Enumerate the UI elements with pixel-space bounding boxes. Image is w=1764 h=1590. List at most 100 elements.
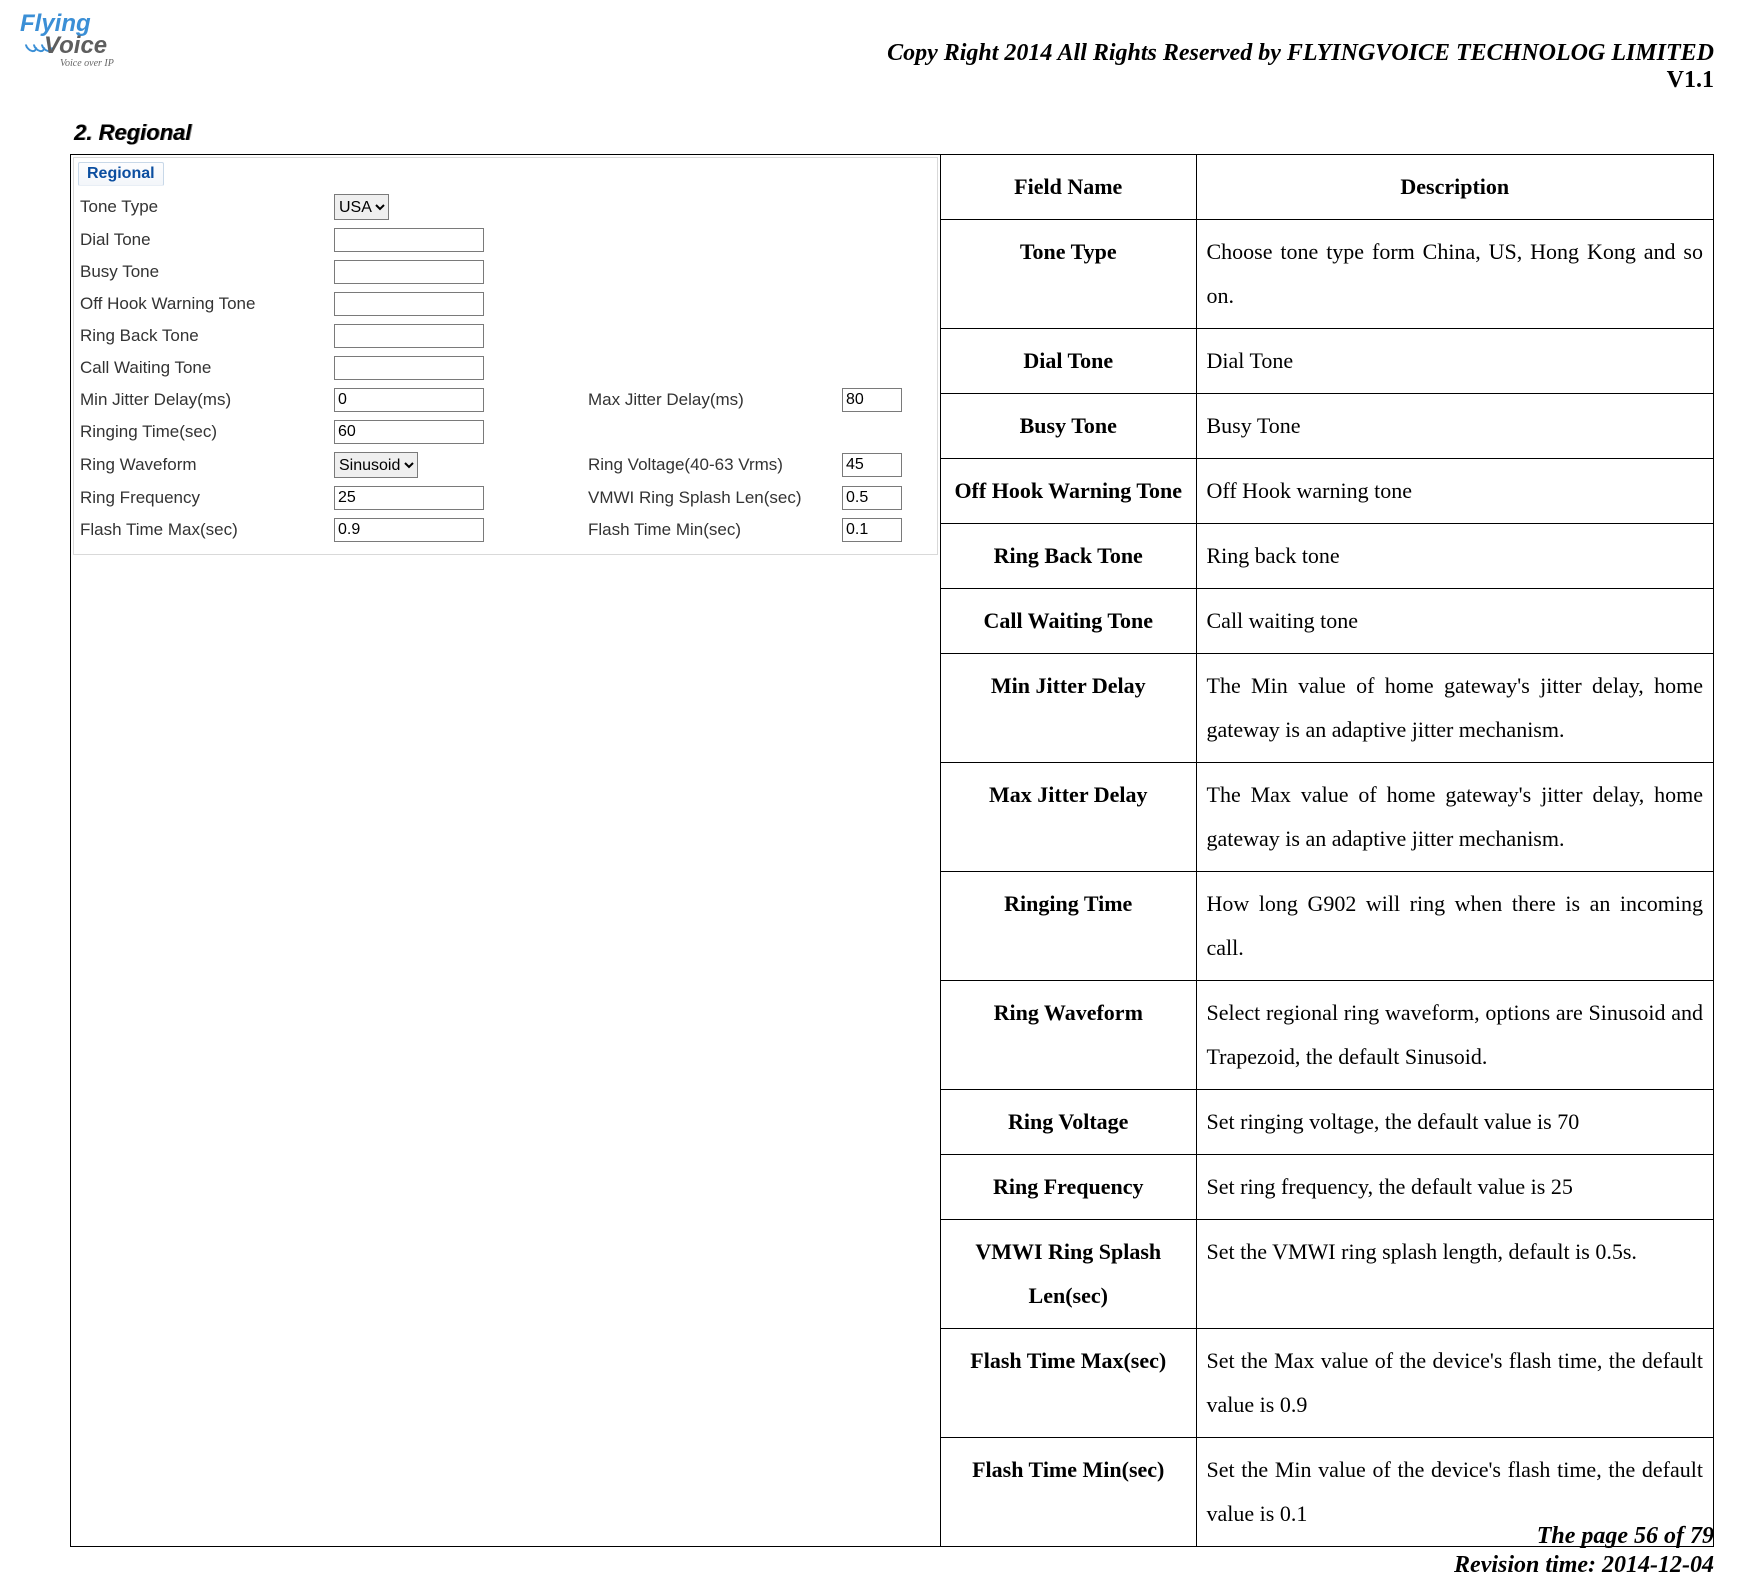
form-input[interactable] <box>334 518 484 542</box>
description-cell-text: The Max value of home gateway's jitter d… <box>1196 763 1713 872</box>
page-number: The page 56 of 79 <box>1454 1522 1714 1551</box>
description-cell-text: Set ring frequency, the default value is… <box>1196 1155 1713 1220</box>
description-cell-text: Set the Max value of the device's flash … <box>1196 1329 1713 1438</box>
form-label: Ring Frequency <box>80 488 330 508</box>
description-cell-text: Set ringing voltage, the default value i… <box>1196 1090 1713 1155</box>
content-table: Regional Tone TypeUSADial ToneBusy ToneO… <box>70 154 1714 1547</box>
logo-subtitle: Voice over IP <box>60 58 180 69</box>
form-input[interactable] <box>334 228 484 252</box>
form-field: USA <box>334 194 584 220</box>
description-cell-text: Ring back tone <box>1196 524 1713 589</box>
description-cell: Field Name Description Tone TypeChoose t… <box>941 155 1713 1546</box>
description-cell-text: Call waiting tone <box>1196 589 1713 654</box>
table-row: Max Jitter DelayThe Max value of home ga… <box>941 763 1713 872</box>
table-row: Dial ToneDial Tone <box>941 329 1713 394</box>
form-input[interactable] <box>334 260 484 284</box>
field-name-cell: Off Hook Warning Tone <box>941 459 1196 524</box>
section-title: Regional <box>98 120 191 145</box>
version-text: V1.1 <box>887 67 1714 94</box>
table-row: Tone TypeChoose tone type form China, US… <box>941 220 1713 329</box>
form-input[interactable] <box>334 356 484 380</box>
form-field <box>334 292 584 316</box>
field-name-cell: Ring Voltage <box>941 1090 1196 1155</box>
form-label: Tone Type <box>80 197 330 217</box>
form-field <box>842 486 962 510</box>
revision-time: Revision time: 2014-12-04 <box>1454 1551 1714 1580</box>
page-footer: The page 56 of 79 Revision time: 2014-12… <box>1454 1522 1714 1580</box>
section-number: 2. <box>74 120 92 145</box>
description-cell-text: Select regional ring waveform, options a… <box>1196 981 1713 1090</box>
screenshot-cell: Regional Tone TypeUSADial ToneBusy ToneO… <box>71 155 941 1546</box>
form-input[interactable] <box>334 324 484 348</box>
description-cell-text: Set the VMWI ring splash length, default… <box>1196 1220 1713 1329</box>
section-heading: 2. Regional <box>74 120 1714 146</box>
description-cell-text: Dial Tone <box>1196 329 1713 394</box>
table-row: Min Jitter DelayThe Min value of home ga… <box>941 654 1713 763</box>
table-row: Off Hook Warning ToneOff Hook warning to… <box>941 459 1713 524</box>
form-input[interactable] <box>842 453 902 477</box>
form-label: Ring Back Tone <box>80 326 330 346</box>
form-field <box>334 388 584 412</box>
field-name-cell: Ring Waveform <box>941 981 1196 1090</box>
field-name-cell: Min Jitter Delay <box>941 654 1196 763</box>
field-name-cell: Flash Time Min(sec) <box>941 1438 1196 1547</box>
form-label: Max Jitter Delay(ms) <box>588 390 838 410</box>
form-select[interactable]: Sinusoid <box>334 452 418 478</box>
table-row: Flash Time Max(sec)Set the Max value of … <box>941 1329 1713 1438</box>
form-label: VMWI Ring Splash Len(sec) <box>588 488 838 508</box>
table-header-row: Field Name Description <box>941 155 1713 220</box>
description-cell-text: The Min value of home gateway's jitter d… <box>1196 654 1713 763</box>
form-field <box>334 324 584 348</box>
form-input[interactable] <box>334 388 484 412</box>
form-label: Ring Waveform <box>80 455 330 475</box>
form-label: Busy Tone <box>80 262 330 282</box>
form-field <box>334 260 584 284</box>
field-name-cell: Max Jitter Delay <box>941 763 1196 872</box>
form-input[interactable] <box>334 486 484 510</box>
form-field <box>334 356 584 380</box>
table-row: Busy ToneBusy Tone <box>941 394 1713 459</box>
form-field <box>842 453 962 477</box>
form-label: Min Jitter Delay(ms) <box>80 390 330 410</box>
form-input[interactable] <box>842 388 902 412</box>
form-field <box>334 518 584 542</box>
form-legend: Regional <box>78 162 164 186</box>
form-select[interactable]: USA <box>334 194 389 220</box>
table-row: Ring WaveformSelect regional ring wavefo… <box>941 981 1713 1090</box>
form-input[interactable] <box>842 486 902 510</box>
description-cell-text: How long G902 will ring when there is an… <box>1196 872 1713 981</box>
field-name-cell: Busy Tone <box>941 394 1196 459</box>
form-label: Ring Voltage(40-63 Vrms) <box>588 455 838 475</box>
table-row: Ring FrequencySet ring frequency, the de… <box>941 1155 1713 1220</box>
logo-line2: Voice <box>44 32 164 60</box>
table-row: Ring VoltageSet ringing voltage, the def… <box>941 1090 1713 1155</box>
col-field-name: Field Name <box>941 155 1196 220</box>
form-label: Flash Time Max(sec) <box>80 520 330 540</box>
form-field <box>842 388 962 412</box>
form-field <box>334 228 584 252</box>
form-field <box>842 518 962 542</box>
form-input[interactable] <box>334 292 484 316</box>
form-input[interactable] <box>334 420 484 444</box>
form-field <box>334 420 584 444</box>
field-name-cell: Flash Time Max(sec) <box>941 1329 1196 1438</box>
description-cell-text: Choose tone type form China, US, Hong Ko… <box>1196 220 1713 329</box>
col-description: Description <box>1196 155 1713 220</box>
regional-form-panel: Regional Tone TypeUSADial ToneBusy ToneO… <box>73 157 938 555</box>
field-name-cell: Ring Frequency <box>941 1155 1196 1220</box>
brand-logo: Flying Voice Voice over IP <box>20 10 140 80</box>
field-name-cell: Dial Tone <box>941 329 1196 394</box>
form-input[interactable] <box>842 518 902 542</box>
form-field <box>334 486 584 510</box>
field-name-cell: Ring Back Tone <box>941 524 1196 589</box>
description-cell-text: Off Hook warning tone <box>1196 459 1713 524</box>
form-field: Sinusoid <box>334 452 584 478</box>
form-label: Call Waiting Tone <box>80 358 330 378</box>
form-label: Flash Time Min(sec) <box>588 520 838 540</box>
field-name-cell: VMWI Ring Splash Len(sec) <box>941 1220 1196 1329</box>
form-label: Off Hook Warning Tone <box>80 294 330 314</box>
field-name-cell: Ringing Time <box>941 872 1196 981</box>
table-row: Ringing TimeHow long G902 will ring when… <box>941 872 1713 981</box>
table-row: Ring Back ToneRing back tone <box>941 524 1713 589</box>
copyright-text: Copy Right 2014 All Rights Reserved by F… <box>887 40 1714 67</box>
